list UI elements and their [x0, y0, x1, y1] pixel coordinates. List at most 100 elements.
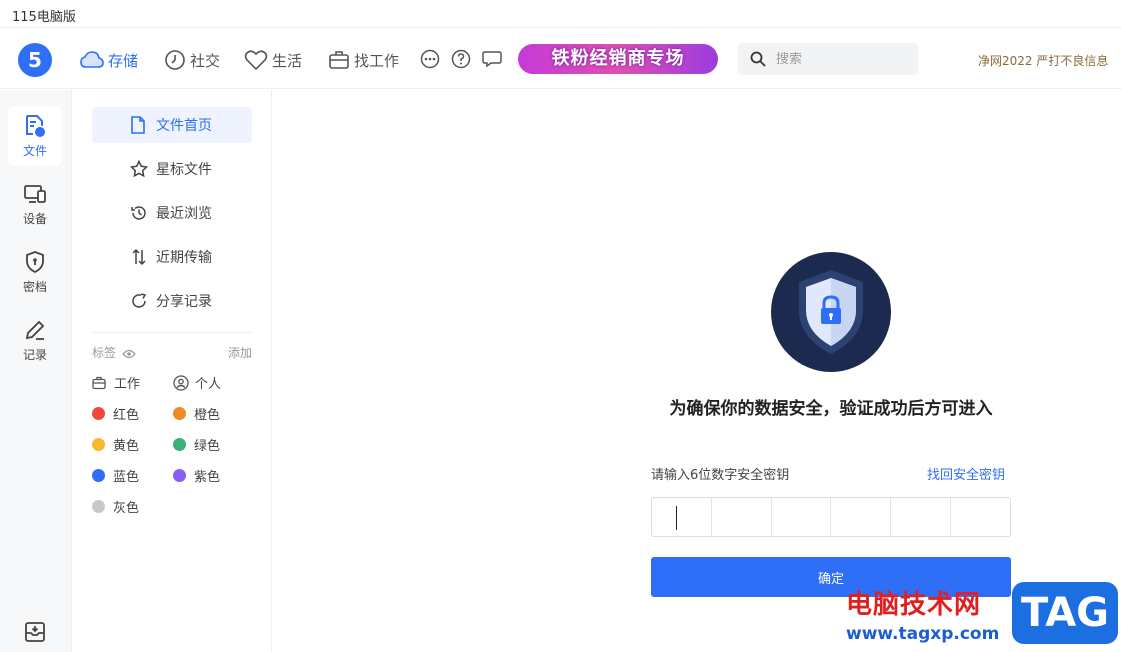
rail-notes-label: 记录 [22, 348, 47, 362]
security-shield-icon [771, 252, 891, 372]
tag-label: 红色 [113, 408, 140, 423]
window-title: 115电脑版 [12, 10, 76, 25]
nav-storage[interactable]: 存储 [80, 47, 138, 73]
pin-label: 请输入6位数字安全密钥 [651, 468, 790, 483]
tag-gray[interactable]: 灰色 [92, 497, 139, 516]
pencil-icon [25, 320, 45, 340]
nav-life-label: 生活 [272, 51, 303, 70]
pin-input[interactable] [651, 497, 1011, 537]
clock-icon [165, 50, 185, 70]
nav-life[interactable]: 生活 [244, 47, 302, 73]
notice-text[interactable]: 净网2022 严打不良信息 [978, 52, 1108, 69]
tags-label: 标签 [92, 346, 117, 360]
vault-verification-panel: 为确保你的数据安全，验证成功后方可进入 请输入6位数字安全密钥 找回安全密钥 确… [273, 90, 1121, 652]
shield-icon [26, 251, 44, 274]
sidebar-item-label: 分享记录 [156, 294, 212, 310]
tag-label: 橙色 [194, 408, 221, 423]
sidebar-item-transfer[interactable]: 近期传输 [92, 239, 252, 275]
tag-label: 绿色 [194, 439, 221, 454]
top-navigation: 5 存储 社交 生活 找工作 铁粉经销商专场 净网2022 严打不良信息 [0, 29, 1121, 89]
search-icon [750, 51, 766, 67]
color-dot [173, 438, 186, 451]
sidebar-divider [92, 332, 252, 333]
rail-notes[interactable]: 记录 [8, 310, 62, 370]
person-icon [173, 374, 189, 391]
tag-label: 蓝色 [113, 470, 140, 485]
history-icon [131, 206, 146, 220]
eye-icon[interactable] [122, 349, 136, 359]
sidebar-item-label: 文件首页 [156, 118, 212, 134]
sidebar-item-label: 最近浏览 [156, 206, 212, 222]
color-dot [92, 407, 105, 420]
sidebar-item-recent[interactable]: 最近浏览 [92, 195, 252, 231]
star-icon [130, 160, 148, 178]
transfer-icon [132, 248, 146, 266]
sidebar-item-label: 近期传输 [156, 250, 212, 266]
share-icon [132, 293, 147, 308]
pin-digit-6[interactable] [951, 498, 1010, 536]
site-watermark: 电脑技术网 www.tagxp.com TAG [840, 582, 1121, 652]
rail-devices[interactable]: 设备 [8, 174, 62, 234]
add-tag-button[interactable]: 添加 [228, 344, 252, 361]
tag-yellow[interactable]: 黄色 [92, 435, 139, 454]
pin-digit-4[interactable] [831, 498, 892, 536]
rail-files[interactable]: 文件 [8, 106, 62, 166]
pin-digit-5[interactable] [891, 498, 952, 536]
pin-digit-3[interactable] [772, 498, 832, 536]
promo-banner[interactable]: 铁粉经销商专场 [518, 44, 718, 74]
color-dot [92, 438, 105, 451]
recover-key-link[interactable]: 找回安全密钥 [927, 464, 1005, 483]
tag-purple[interactable]: 紫色 [173, 466, 220, 485]
briefcase-icon [92, 376, 106, 389]
tag-blue[interactable]: 蓝色 [92, 466, 139, 485]
rail-vault[interactable]: 密档 [8, 242, 62, 302]
tag-work[interactable]: 工作 [92, 373, 140, 392]
pin-digit-1[interactable] [652, 498, 712, 536]
sidebar-item-home[interactable]: 文件首页 [92, 107, 252, 143]
search-box[interactable] [738, 43, 918, 75]
nav-jobs-label: 找工作 [354, 51, 400, 70]
watermark-tag-logo: TAG [1012, 582, 1118, 644]
title-bar: 115电脑版 [0, 0, 1121, 28]
tag-red[interactable]: 红色 [92, 404, 139, 423]
cloud-icon [80, 51, 104, 68]
search-input[interactable] [776, 51, 906, 67]
tags-header: 标签 添加 [92, 344, 252, 361]
message-button[interactable] [481, 48, 503, 70]
sidebar-item-share[interactable]: 分享记录 [92, 283, 252, 319]
tag-label: 紫色 [194, 470, 221, 485]
sidebar-item-starred[interactable]: 星标文件 [92, 151, 252, 187]
pin-digit-2[interactable] [712, 498, 772, 536]
text-caret [676, 506, 677, 530]
devices-icon [24, 185, 46, 203]
tag-green[interactable]: 绿色 [173, 435, 220, 454]
rail-vault-label: 密档 [22, 280, 47, 294]
files-icon [26, 115, 45, 137]
color-dot [173, 407, 186, 420]
briefcase-icon [329, 51, 349, 69]
archive-icon[interactable] [23, 620, 47, 644]
nav-social[interactable]: 社交 [164, 47, 220, 73]
tag-label: 黄色 [113, 439, 140, 454]
rail-files-label: 文件 [22, 144, 47, 158]
tag-label: 工作 [114, 377, 141, 392]
more-icon [420, 49, 440, 69]
app-logo[interactable]: 5 [18, 43, 52, 77]
help-button[interactable] [450, 48, 472, 70]
color-dot [173, 469, 186, 482]
tag-personal[interactable]: 个人 [173, 373, 221, 392]
more-button[interactable] [419, 48, 441, 70]
color-dot [92, 469, 105, 482]
verification-headline: 为确保你的数据安全，验证成功后方可进入 [669, 399, 993, 419]
nav-jobs[interactable]: 找工作 [328, 47, 399, 73]
left-rail: 文件 设备 密档 记录 [0, 90, 72, 652]
tag-label: 个人 [195, 377, 222, 392]
file-icon [131, 116, 145, 134]
color-dot [92, 500, 105, 513]
rail-devices-label: 设备 [22, 212, 47, 226]
tag-orange[interactable]: 橙色 [173, 404, 220, 423]
tag-label: 灰色 [113, 501, 140, 516]
chat-bubble-icon [482, 51, 502, 68]
watermark-url: www.tagxp.com [846, 624, 1000, 644]
watermark-cn: 电脑技术网 [846, 590, 982, 620]
